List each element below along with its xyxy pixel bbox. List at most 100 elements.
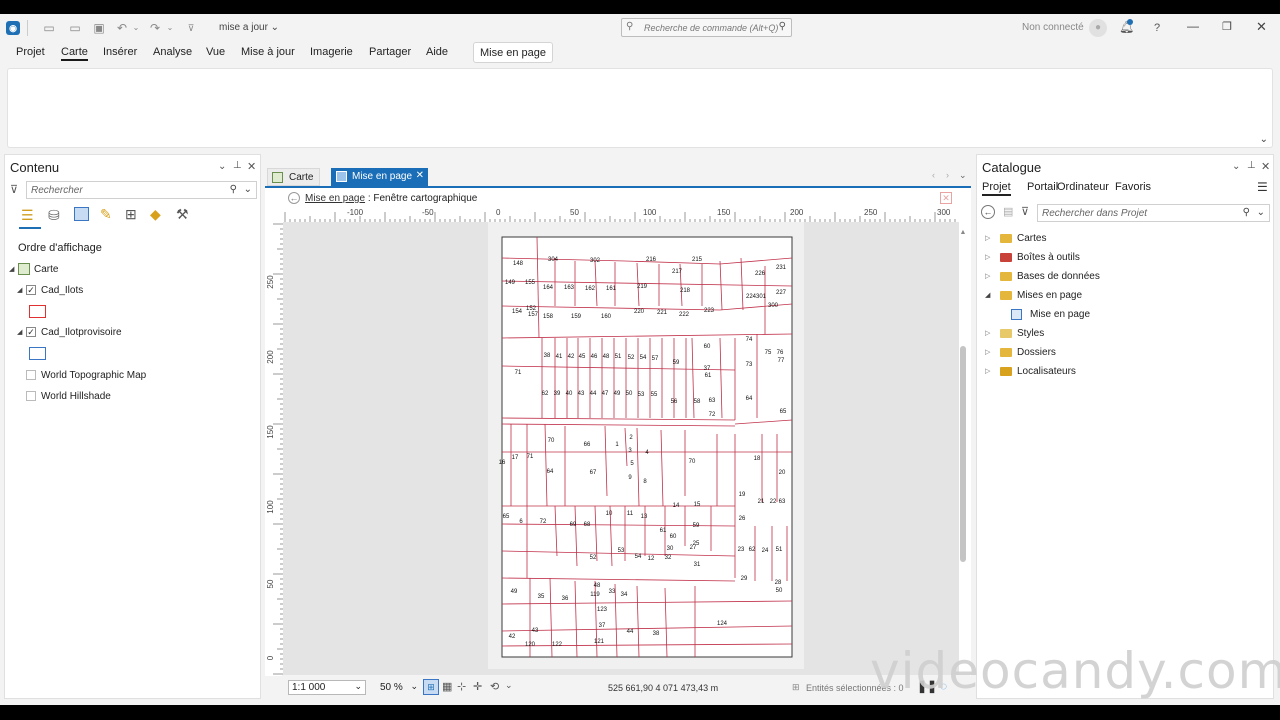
layer-expand-icon[interactable]: ◢ — [17, 286, 22, 294]
rotate-icon[interactable]: ⟲ — [490, 680, 499, 693]
search-icon: ⚲ — [1242, 207, 1250, 218]
catalog-tab-ordinateur[interactable]: Ordinateur — [1057, 181, 1109, 193]
back-icon[interactable]: ← — [288, 192, 300, 204]
catalog-tab-projet[interactable]: Projet — [982, 181, 1011, 196]
toc-layer-cad-ilots[interactable]: Cad_Ilots — [41, 285, 83, 296]
redo-dropdown-icon[interactable]: ⌄ — [163, 21, 177, 35]
list-by-editing-icon[interactable]: ✎ — [100, 206, 112, 223]
open-project-icon[interactable]: ▭ — [68, 21, 82, 35]
ribbon-tabs: Projet Carte Insérer Analyse Vue Mise à … — [0, 42, 1280, 66]
back-icon[interactable]: ← — [981, 205, 995, 219]
expand-arrow-icon[interactable]: ▷ — [985, 367, 990, 375]
layer-expand-icon[interactable]: ◢ — [17, 328, 22, 336]
pin-icon[interactable]: ⊥ — [1247, 160, 1256, 171]
catalog-tab-portail[interactable]: Portail — [1027, 181, 1058, 193]
list-by-selection-icon[interactable] — [74, 207, 89, 221]
pane-options-icon[interactable]: ⌄ — [1232, 161, 1240, 172]
close-map-frame-activation-icon[interactable]: ✕ — [940, 192, 952, 204]
fixed-zoom-icon[interactable]: ⊞ — [423, 679, 439, 695]
layer-visibility-checkbox[interactable] — [26, 391, 36, 401]
tab-partager[interactable]: Partager — [369, 46, 411, 58]
toc-layer-world-topographic-map[interactable]: World Topographic Map — [41, 370, 146, 381]
toc-map[interactable]: Carte — [34, 264, 58, 275]
parcel-label: 69 — [570, 522, 577, 528]
vertical-scrollbar — [960, 346, 966, 562]
ruler-left-label: 100 — [266, 500, 275, 514]
tab-aide[interactable]: Aide — [426, 46, 448, 58]
guides-icon[interactable]: ⊹ — [457, 680, 466, 693]
tab-list-icon[interactable]: ⌄ — [959, 170, 967, 181]
catalog-search-input[interactable]: Rechercher dans Projet ⚲ ⌄ — [1037, 204, 1270, 222]
collapse-ribbon-icon[interactable]: ⌄ — [1260, 134, 1268, 145]
map-expand-icon[interactable]: ◢ — [9, 265, 14, 273]
tab-inserer[interactable]: Insérer — [103, 46, 137, 58]
tab-carte[interactable]: Carte — [61, 46, 88, 61]
filter-icon[interactable]: ⊽ — [10, 183, 18, 196]
layer-visibility-checkbox[interactable]: ✓ — [26, 327, 36, 337]
layer-visibility-checkbox[interactable] — [26, 370, 36, 380]
tab-mise-a-jour[interactable]: Mise à jour — [241, 46, 295, 58]
catalog-home-icon[interactable]: ▤ — [1003, 205, 1013, 218]
pin-icon[interactable]: ⊥ — [233, 160, 242, 171]
toc-layer-cad-ilotprovisoire[interactable]: Cad_Ilotprovisoire — [41, 327, 122, 338]
contents-search-input[interactable]: Rechercher ⚲ ⌄ — [26, 181, 257, 199]
tab-scroll-right-icon[interactable]: › — [946, 170, 949, 180]
tab-projet[interactable]: Projet — [16, 46, 45, 58]
list-by-perspective-icon[interactable]: ⚒ — [176, 206, 189, 223]
catalog-menu-icon[interactable]: ☰ — [1257, 180, 1268, 194]
breadcrumb-link[interactable]: Mise en page — [305, 193, 365, 204]
layer-visibility-checkbox[interactable]: ✓ — [26, 285, 36, 295]
restore-button[interactable]: ❐ — [1222, 20, 1232, 33]
tab-analyse[interactable]: Analyse — [153, 46, 192, 58]
expand-arrow-icon[interactable]: ▷ — [985, 253, 990, 261]
grid-icon[interactable]: ▦ — [442, 680, 452, 693]
tab-vue[interactable]: Vue — [206, 46, 225, 58]
list-by-source-icon[interactable]: ⛁ — [48, 207, 60, 224]
undo-icon[interactable]: ↶ — [115, 21, 129, 35]
tab-scroll-left-icon[interactable]: ‹ — [932, 170, 935, 180]
minimize-button[interactable]: — — [1187, 19, 1199, 33]
pane-options-icon[interactable]: ⌄ — [218, 161, 226, 172]
catalog-tab-favoris[interactable]: Favoris — [1115, 181, 1151, 193]
close-tab-icon[interactable]: ✕ — [416, 170, 424, 181]
scale-selector[interactable]: 1:1 000 ⌄ — [288, 680, 366, 695]
collapse-arrow-icon[interactable]: ◢ — [985, 291, 990, 299]
close-pane-icon[interactable]: ✕ — [1261, 160, 1270, 173]
expand-arrow-icon[interactable]: ▷ — [985, 234, 990, 242]
save-icon[interactable]: ▣ — [92, 21, 106, 35]
toc-layer-world-hillshade[interactable]: World Hillshade — [41, 391, 111, 402]
search-options-icon[interactable]: ⌄ — [1257, 207, 1265, 218]
parcel-label: 36 — [562, 596, 569, 602]
help-button[interactable]: ? — [1154, 22, 1160, 34]
sign-in-status[interactable]: Non connecté — [1022, 22, 1084, 33]
list-by-labeling-icon[interactable]: ◆ — [150, 206, 161, 223]
expand-arrow-icon[interactable]: ▷ — [985, 272, 990, 280]
tab-imagerie[interactable]: Imagerie — [310, 46, 353, 58]
list-by-drawing-order-icon[interactable]: ☰ — [21, 207, 39, 225]
tab-carte-view[interactable]: Carte — [267, 168, 321, 186]
layer-symbol-cad-ilotprovisoire[interactable] — [29, 347, 46, 360]
expand-arrow-icon[interactable]: ▷ — [985, 348, 990, 356]
app-logo-icon[interactable]: ◉ — [6, 21, 20, 35]
document-title[interactable]: mise a jour ⌄ — [219, 22, 279, 33]
user-avatar[interactable]: ● — [1089, 19, 1107, 37]
redo-icon[interactable]: ↷ — [148, 21, 162, 35]
undo-dropdown-icon[interactable]: ⌄ — [129, 21, 143, 35]
customize-qat-icon[interactable]: ⊽ — [184, 21, 198, 35]
layout-canvas[interactable]: -100 -50 0 50 100 150 200 250 300 25020015010050… — [265, 206, 971, 676]
chevron-down-icon[interactable]: ⌄ — [505, 680, 513, 691]
layer-symbol-cad-ilots[interactable] — [29, 305, 46, 318]
list-by-snapping-icon[interactable]: ⊞ — [125, 206, 137, 223]
command-search[interactable]: ⚲ Recherche de commande (Alt+Q) ⚲ — [621, 18, 792, 37]
search-options-icon[interactable]: ⌄ — [244, 184, 252, 195]
close-window-button[interactable]: ✕ — [1256, 19, 1267, 35]
parcel-label: 120 — [525, 642, 536, 648]
snap-icon[interactable]: ✛ — [473, 680, 482, 693]
tab-mise-en-page-contextual[interactable]: Mise en page — [473, 42, 553, 63]
tab-mise-en-page-view[interactable]: Mise en page ✕ — [331, 168, 429, 186]
new-project-icon[interactable]: ▭ — [42, 21, 56, 35]
close-pane-icon[interactable]: ✕ — [247, 160, 256, 173]
filter-icon[interactable]: ⊽ — [1021, 205, 1029, 218]
zoom-selector[interactable]: 50 % ⌄ — [380, 681, 418, 693]
expand-arrow-icon[interactable]: ▷ — [985, 329, 990, 337]
